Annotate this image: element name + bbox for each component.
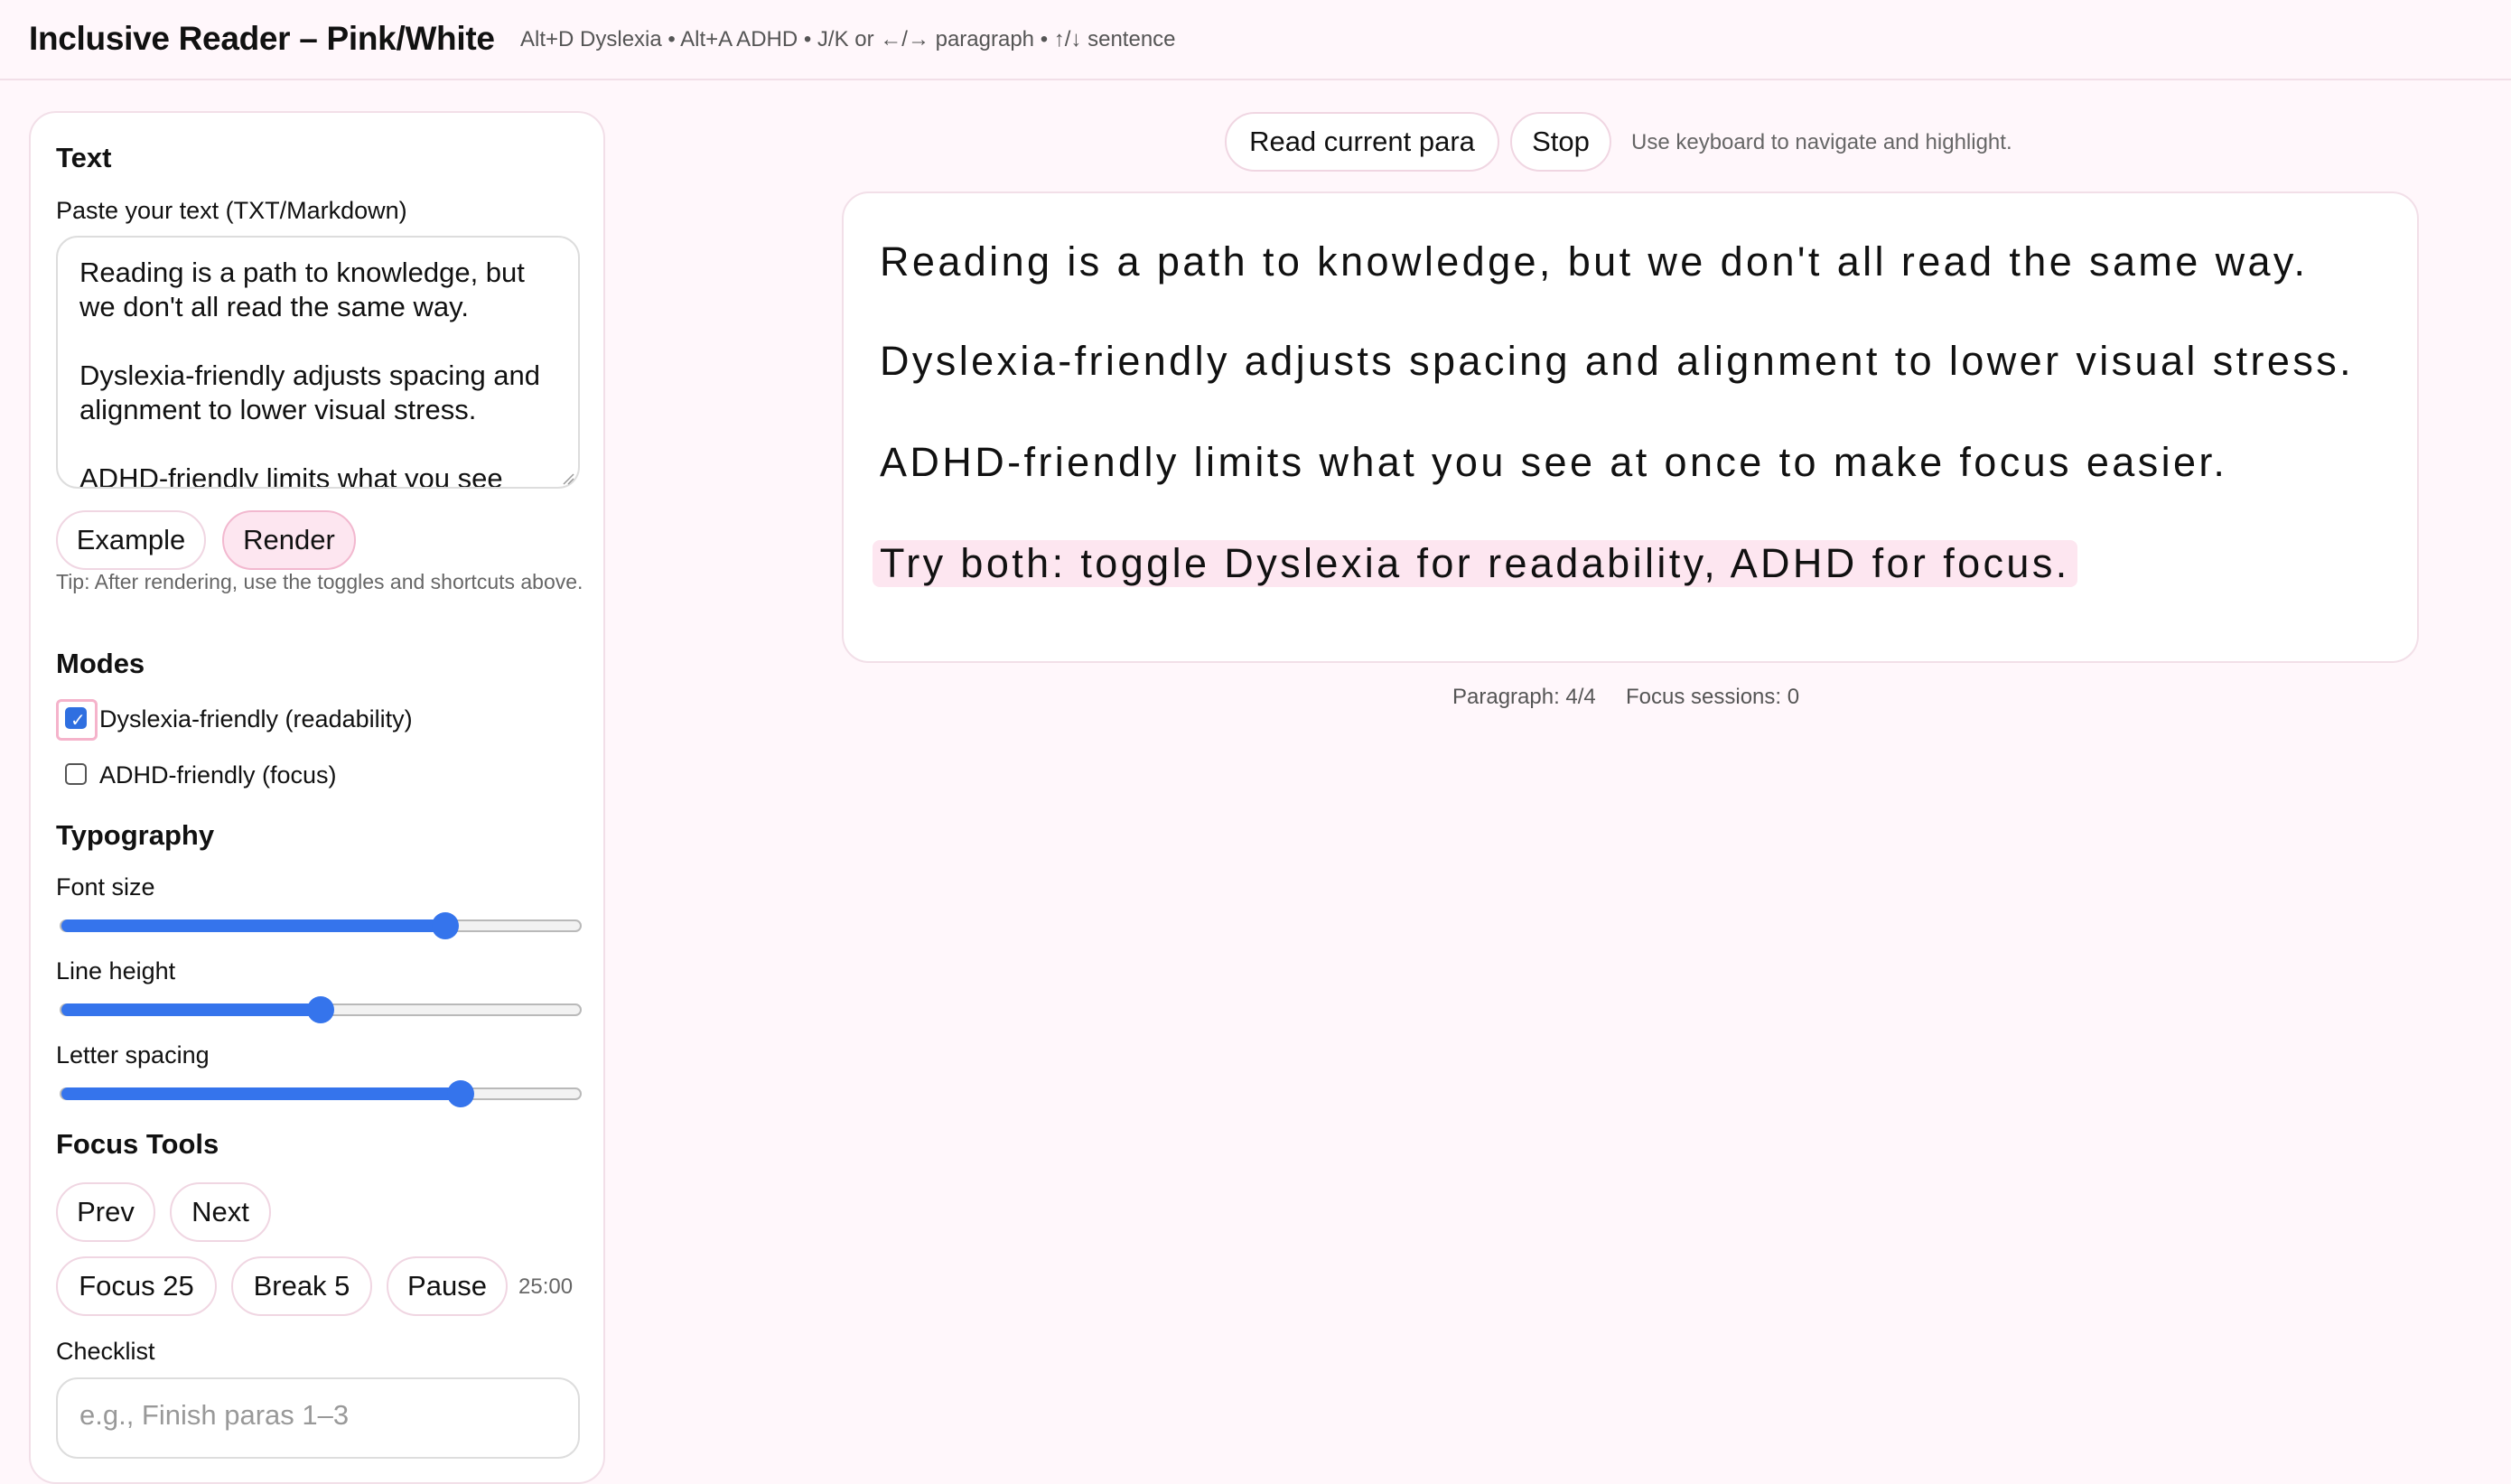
dyslexia-mode-checkbox[interactable]: ✓ [65, 707, 87, 731]
paragraph[interactable]: Reading is a path to knowledge, but we d… [880, 238, 2308, 285]
keyboard-shortcuts-hint: Alt+D Dyslexia • Alt+A ADHD • J/K or ←/→… [520, 27, 1176, 51]
read-current-para-button[interactable]: Read current para [1225, 112, 1499, 172]
typography-section-title: Typography [56, 819, 215, 851]
letter-spacing-label: Letter spacing [56, 1041, 210, 1069]
font-size-slider-thumb[interactable] [431, 912, 459, 939]
paste-text-label: Paste your text (TXT/Markdown) [56, 197, 407, 224]
reader-panel: Reading is a path to knowledge, but we d… [842, 191, 2419, 663]
font-size-slider[interactable] [60, 912, 582, 939]
sidebar-panel: Text Paste your text (TXT/Markdown) Read… [29, 111, 605, 1484]
adhd-mode-checkbox[interactable] [65, 763, 87, 785]
focus-25-button[interactable]: Focus 25 [56, 1256, 217, 1316]
pause-button[interactable]: Pause [387, 1256, 508, 1316]
resize-grip-icon[interactable] [562, 472, 574, 485]
letter-spacing-slider-thumb[interactable] [446, 1080, 474, 1107]
prev-button[interactable]: Prev [56, 1182, 155, 1242]
paragraph-status: Paragraph: 4/4 [1452, 685, 1596, 709]
focus-tools-section-title: Focus Tools [56, 1128, 219, 1160]
line-height-slider-fill [61, 1003, 321, 1016]
stop-button[interactable]: Stop [1510, 112, 1611, 172]
focus-timer: 25:00 [518, 1274, 574, 1299]
text-section-title: Text [56, 142, 112, 173]
checklist-input[interactable]: e.g., Finish paras 1–3 [56, 1377, 580, 1459]
render-tip: Tip: After rendering, use the toggles an… [56, 570, 583, 593]
checklist-label: Checklist [56, 1338, 155, 1365]
example-button[interactable]: Example [56, 510, 206, 570]
check-icon: ✓ [70, 711, 86, 731]
app-title: Inclusive Reader – Pink/White [29, 20, 495, 57]
letter-spacing-slider[interactable] [60, 1080, 582, 1107]
focus-sessions-status: Focus sessions: 0 [1626, 685, 1800, 709]
active-paragraph[interactable]: Try both: toggle Dyslexia for readabilit… [873, 540, 2077, 587]
paragraph[interactable]: ADHD-friendly limits what you see at onc… [880, 439, 2227, 486]
dyslexia-mode-label[interactable]: Dyslexia-friendly (readability) [99, 705, 413, 733]
font-size-label: Font size [56, 873, 155, 901]
break-5-button[interactable]: Break 5 [231, 1256, 372, 1316]
next-button[interactable]: Next [170, 1182, 271, 1242]
line-height-label: Line height [56, 957, 176, 985]
letter-spacing-slider-fill [61, 1087, 461, 1100]
line-height-slider[interactable] [60, 996, 582, 1023]
text-input-area[interactable]: Reading is a path to knowledge, but we d… [56, 236, 580, 489]
keyboard-hint: Use keyboard to navigate and highlight. [1631, 130, 2012, 154]
line-height-slider-thumb[interactable] [307, 996, 334, 1023]
app-header: Inclusive Reader – Pink/White Alt+D Dysl… [0, 0, 2511, 80]
font-size-slider-fill [61, 919, 445, 932]
adhd-mode-label[interactable]: ADHD-friendly (focus) [99, 761, 337, 789]
render-button[interactable]: Render [222, 510, 356, 570]
paragraph[interactable]: Dyslexia-friendly adjusts spacing and al… [880, 338, 2354, 385]
modes-section-title: Modes [56, 648, 145, 679]
